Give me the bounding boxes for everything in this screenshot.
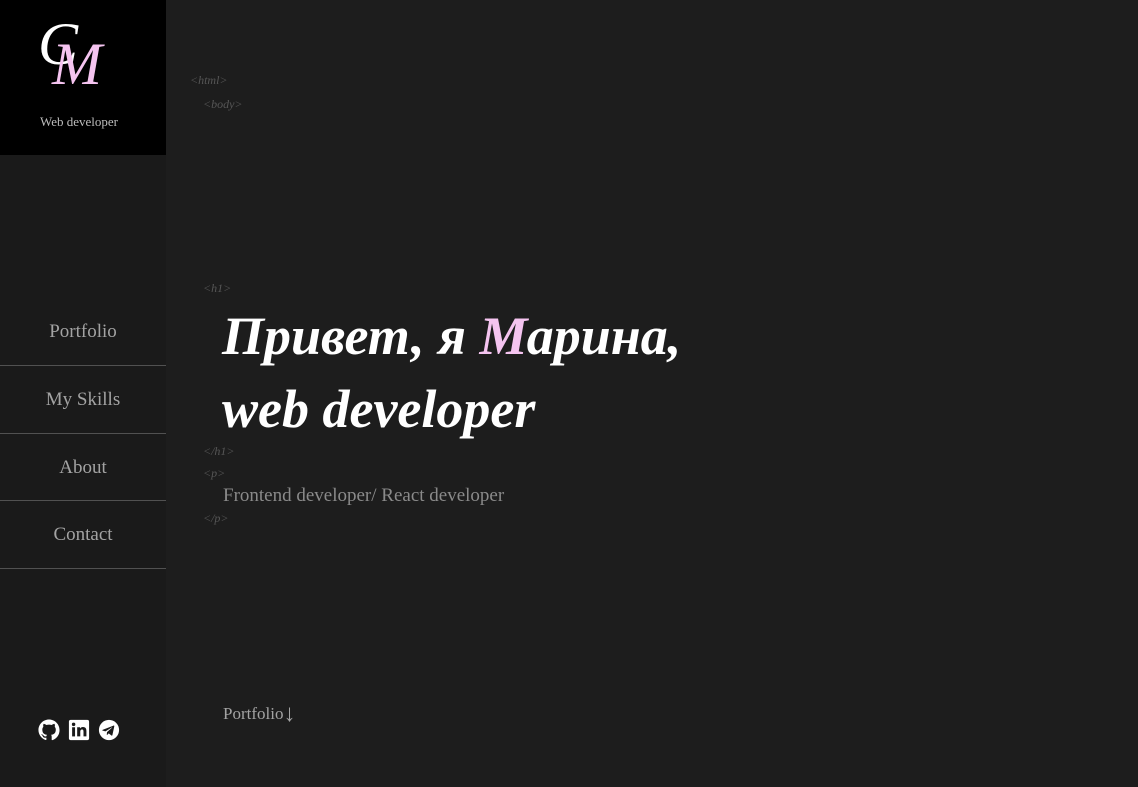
hero-title-line1-before: Привет, я: [222, 306, 480, 366]
social-links: [38, 719, 128, 741]
logo-subtitle: Web developer: [40, 114, 118, 129]
code-tag-h1-close: </h1>: [203, 444, 235, 458]
scroll-to-portfolio-link[interactable]: Portfolio↓: [223, 701, 295, 728]
main-nav: Portfolio My Skills About Contact: [0, 298, 166, 569]
scroll-link-label: Portfolio: [223, 704, 284, 723]
telegram-icon[interactable]: [98, 719, 120, 741]
nav-item-contact[interactable]: Contact: [0, 501, 166, 569]
code-tag-body: <body>: [203, 97, 243, 111]
nav-item-portfolio[interactable]: Portfolio: [0, 298, 166, 366]
hero-title-accent-letter: М: [479, 306, 527, 366]
sidebar: C M Web developer Portfolio My Skills Ab…: [0, 0, 166, 787]
hero-title-line2: web developer: [222, 379, 536, 439]
logo-monogram: C M: [38, 14, 128, 94]
logo[interactable]: C M Web developer: [0, 0, 166, 155]
code-tag-h1-open: <h1>: [203, 281, 232, 295]
nav-item-about[interactable]: About: [0, 434, 166, 501]
hero-title-line1-after: арина,: [526, 306, 682, 366]
hero-title: Привет, я Марина, web developer: [222, 300, 681, 446]
page: C M Web developer Portfolio My Skills Ab…: [0, 0, 1138, 787]
github-icon[interactable]: [38, 719, 60, 741]
code-tag-p-open: <p>: [203, 466, 226, 480]
linkedin-icon[interactable]: [68, 719, 90, 741]
hero-subtitle: Frontend developer/ React developer: [223, 485, 505, 506]
code-tag-p-close: </p>: [203, 511, 229, 525]
logo-letter-m: M: [52, 31, 102, 97]
nav-item-my-skills[interactable]: My Skills: [0, 366, 166, 434]
code-tag-html: <html>: [190, 73, 228, 87]
arrow-down-icon: ↓: [283, 701, 296, 727]
